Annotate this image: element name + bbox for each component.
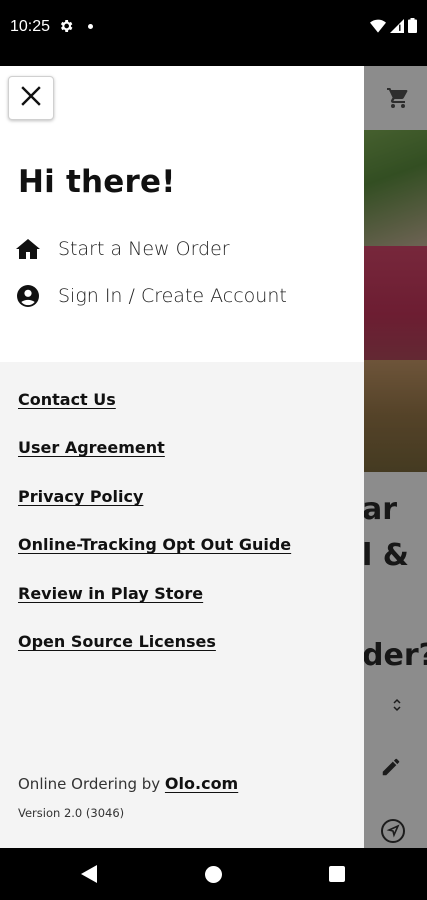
drawer-header: Hi there! Start a New Order Sign In / Cr…: [0, 66, 364, 362]
footer-attribution: Online Ordering by Olo.com: [18, 774, 238, 793]
notification-dot-icon: [88, 24, 93, 29]
user-agreement-link[interactable]: User Agreement: [18, 438, 165, 457]
cellular-signal-icon: [390, 18, 404, 38]
privacy-policy-link[interactable]: Privacy Policy: [18, 487, 143, 506]
greeting-title: Hi there!: [18, 164, 176, 200]
contact-us-link[interactable]: Contact Us: [18, 390, 116, 409]
home-icon: [16, 237, 40, 261]
close-drawer-button[interactable]: [8, 76, 54, 120]
home-button-icon[interactable]: [205, 866, 222, 883]
close-icon: [19, 84, 43, 113]
status-indicators: [370, 18, 417, 38]
recents-icon[interactable]: [329, 866, 345, 882]
settings-gear-icon: [58, 18, 74, 39]
status-time: 10:25: [10, 18, 51, 35]
menu-item-start-new-order[interactable]: Start a New Order: [16, 234, 230, 264]
menu-item-sign-in[interactable]: Sign In / Create Account: [16, 281, 287, 311]
battery-icon: [408, 18, 417, 38]
back-icon[interactable]: [80, 864, 98, 889]
app-version: Version 2.0 (3046): [18, 806, 125, 820]
status-bar: 10:25: [0, 0, 427, 66]
opt-out-guide-link[interactable]: Online-Tracking Opt Out Guide: [18, 535, 291, 554]
system-navigation-bar: [0, 848, 427, 900]
menu-item-label: Start a New Order: [58, 238, 230, 260]
wifi-icon: [370, 19, 386, 38]
menu-item-label: Sign In / Create Account: [58, 285, 287, 307]
olo-link[interactable]: Olo.com: [165, 774, 238, 793]
footer-prefix: Online Ordering by: [18, 775, 165, 793]
navigation-drawer: Hi there! Start a New Order Sign In / Cr…: [0, 66, 364, 848]
open-source-licenses-link[interactable]: Open Source Licenses: [18, 632, 216, 651]
account-circle-icon: [16, 284, 40, 308]
review-play-store-link[interactable]: Review in Play Store: [18, 584, 203, 603]
